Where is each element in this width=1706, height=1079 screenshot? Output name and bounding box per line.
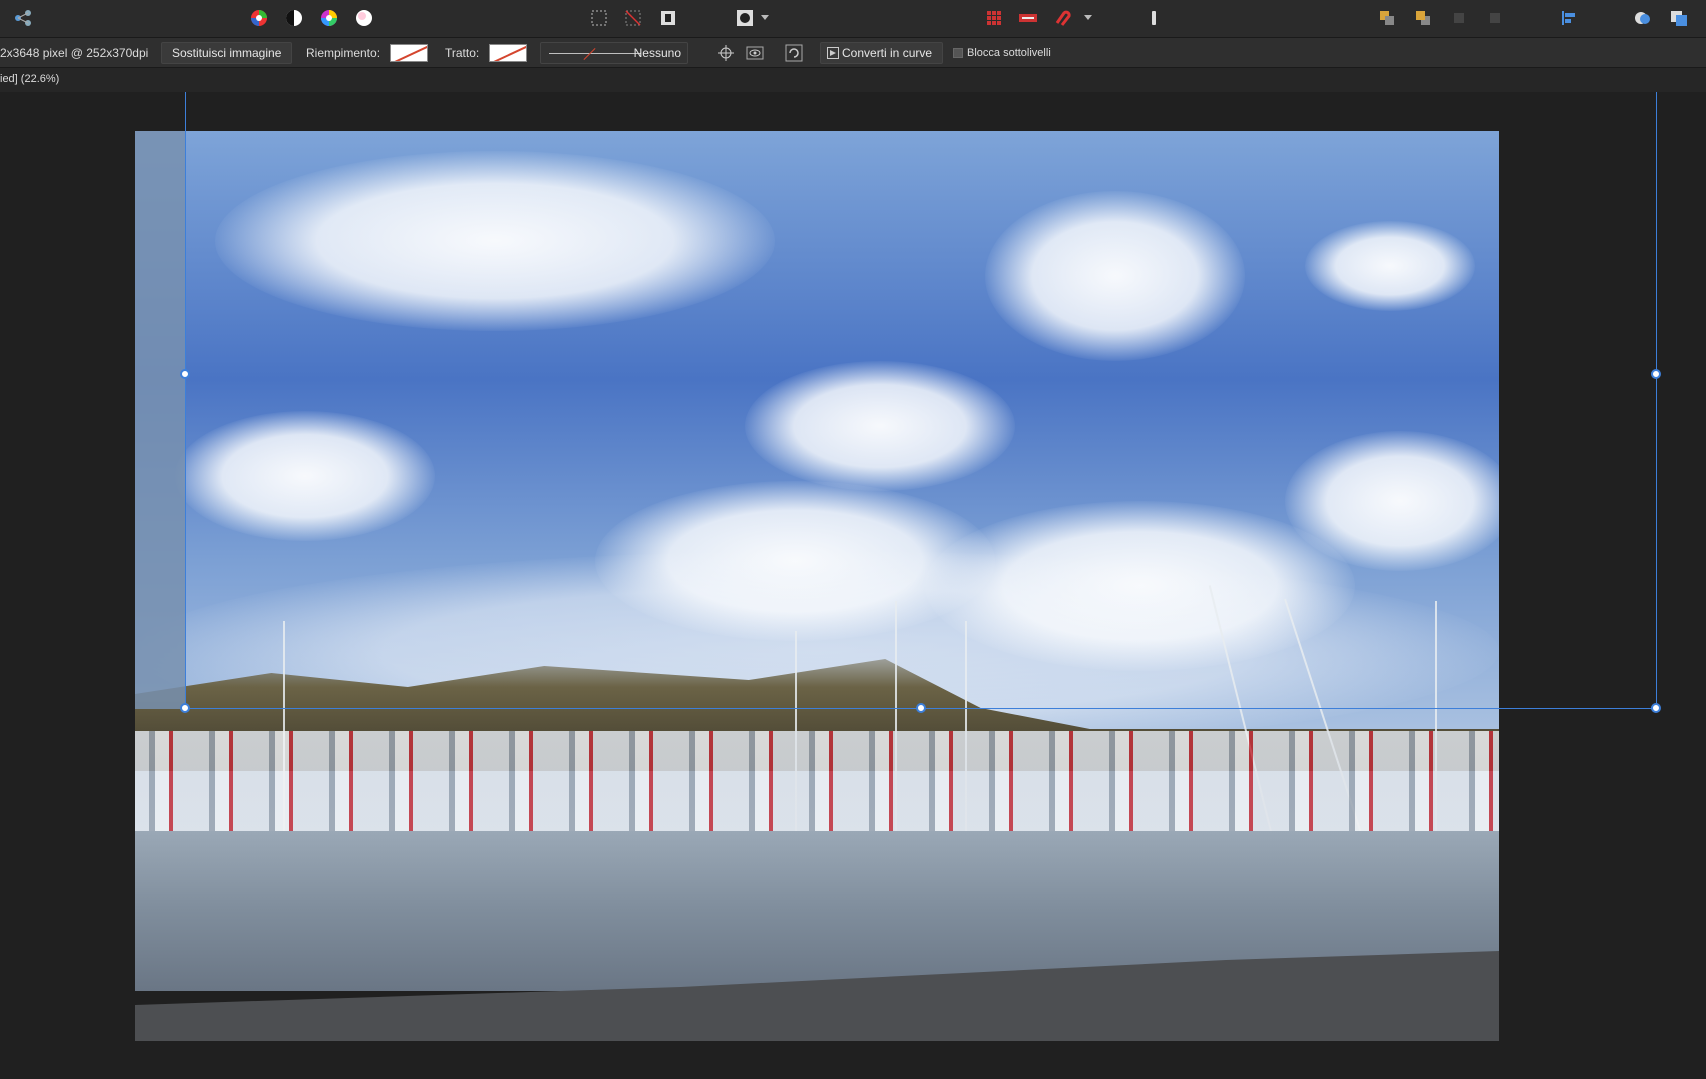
convert-to-curves-button[interactable]: Converti in curve [820,42,944,64]
top-toolbar [0,0,1706,38]
move-backward-icon[interactable] [1482,6,1508,30]
convert-to-curves-label: Converti in curve [842,46,933,60]
cloud [1305,221,1475,311]
sky-overlay-strip [135,131,185,709]
stroke-style-label: Nessuno [633,46,681,60]
selection-edge-right [1656,92,1657,709]
cloud [745,361,1015,491]
lock-children-checkbox[interactable] [953,48,963,58]
resize-handle-bottom-left[interactable] [180,703,190,713]
document-tab-bar: ied] (22.6%) [0,68,1706,92]
visibility-icon[interactable] [742,41,768,65]
align-left-icon[interactable] [1556,6,1582,30]
replace-image-button[interactable]: Sostituisci immagine [161,42,293,64]
resize-handle-bottom-right[interactable] [1651,703,1661,713]
info-icon[interactable] [1141,6,1167,30]
stroke-swatch[interactable] [489,44,527,62]
marquee-select-icon[interactable] [586,6,612,30]
snapping-magnet-icon[interactable] [1050,6,1076,30]
context-toolbar: 2x3648 pixel @ 252x370dpi Sostituisci im… [0,38,1706,68]
boolean-subtract-icon[interactable] [1666,6,1692,30]
document-status[interactable]: ied] (22.6%) [0,73,59,85]
resize-handle-bottom[interactable] [916,703,926,713]
cloud [1285,431,1499,571]
resize-handle-right[interactable] [1651,369,1661,379]
cloud [985,191,1245,361]
invert-selection-icon[interactable] [655,6,681,30]
mask-icon[interactable] [732,6,758,30]
arrange-back-icon[interactable] [1410,6,1436,30]
share-icon[interactable] [10,6,36,30]
hue-wheel-icon[interactable] [316,6,342,30]
boolean-add-icon[interactable] [1630,6,1656,30]
color-balance-icon[interactable] [246,6,272,30]
arrange-front-icon[interactable] [1374,6,1400,30]
lock-children-label: Blocca sottolivelli [967,47,1051,59]
photo-image[interactable] [135,131,1499,1041]
cloud [215,151,775,331]
cloud [175,411,435,541]
stroke-line-preview [549,53,641,54]
move-forward-icon[interactable] [1446,6,1472,30]
image-info: 2x3648 pixel @ 252x370dpi [0,46,149,60]
grid-icon[interactable] [981,6,1007,30]
contrast-icon[interactable] [281,6,307,30]
chevron-down-icon[interactable] [758,6,772,30]
marina-boats-layer [135,731,1499,841]
selection-edge-left [185,92,186,709]
deselect-icon[interactable] [620,6,646,30]
stroke-label: Tratto: [445,46,480,60]
stroke-none-slash [583,47,596,61]
resize-handle-left[interactable] [180,369,190,379]
convert-curves-icon [827,47,839,59]
snapping-guides-icon[interactable] [1015,6,1041,30]
rotate-icon[interactable] [781,41,807,65]
fill-swatch[interactable] [390,44,428,62]
white-balance-icon[interactable] [351,6,377,30]
stroke-style-dropdown[interactable]: Nessuno [540,42,688,64]
transform-origin-icon[interactable] [713,41,739,65]
chevron-down-icon[interactable] [1081,6,1095,30]
fill-label: Riempimento: [306,46,381,60]
